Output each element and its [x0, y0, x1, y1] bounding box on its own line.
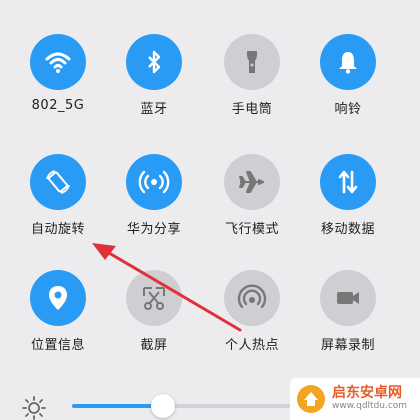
tile-label: 移动数据	[320, 222, 375, 237]
tile-label: 华为分享	[126, 222, 181, 237]
brightness-fill	[72, 404, 164, 408]
tile-bluetooth[interactable]: 蓝牙	[104, 34, 204, 117]
watermark-logo-icon	[297, 385, 325, 413]
brightness-slider[interactable]	[72, 404, 312, 408]
rotate-icon	[46, 170, 70, 194]
tile-label: 屏幕录制	[320, 338, 375, 353]
bluetooth-toggle[interactable]	[126, 34, 182, 90]
sun-icon	[22, 396, 46, 420]
watermark-url: www.qdltdu.com	[332, 400, 408, 411]
huawei-share-toggle[interactable]	[126, 154, 182, 210]
wifi-toggle[interactable]	[30, 34, 86, 90]
tile-screenshot[interactable]: 截屏	[104, 270, 204, 353]
location-toggle[interactable]	[30, 270, 86, 326]
video-camera-icon	[337, 292, 359, 304]
tile-screen-record[interactable]: 屏幕录制	[298, 270, 398, 353]
hotspot-icon	[237, 284, 267, 309]
tile-wifi[interactable]: 802_5G	[8, 34, 108, 113]
watermark-title: 启东安卓网	[332, 385, 402, 402]
tile-label: 自动旋转	[30, 222, 85, 237]
tile-label: 个人热点	[224, 338, 279, 353]
tile-ringer[interactable]: 响铃	[298, 34, 398, 117]
tile-label: 802_5G	[31, 98, 85, 113]
airplane-toggle[interactable]	[224, 154, 280, 210]
tile-label: 手电筒	[231, 102, 273, 117]
tile-label: 飞行模式	[224, 222, 279, 237]
screen-record-toggle[interactable]	[320, 270, 376, 326]
bluetooth-icon	[148, 50, 161, 74]
data-arrows-icon	[338, 170, 358, 194]
watermark: 启东安卓网 www.qdltdu.com	[290, 378, 420, 420]
tile-location[interactable]: 位置信息	[8, 270, 108, 353]
screenshot-toggle[interactable]	[126, 270, 182, 326]
tile-autorotate[interactable]: 自动旋转	[8, 154, 108, 237]
flashlight-icon	[247, 51, 257, 73]
tile-hotspot[interactable]: 个人热点	[202, 270, 302, 353]
tile-airplane[interactable]: 飞行模式	[202, 154, 302, 237]
tile-label: 位置信息	[30, 338, 85, 353]
share-signal-icon	[138, 170, 170, 194]
wifi-icon	[45, 52, 71, 73]
airplane-icon	[239, 171, 264, 193]
tile-label: 响铃	[334, 102, 362, 117]
bell-icon	[339, 52, 357, 74]
flashlight-toggle[interactable]	[224, 34, 280, 90]
brightness-thumb[interactable]	[151, 394, 176, 418]
mobile-data-toggle[interactable]	[320, 154, 376, 210]
tile-flashlight[interactable]: 手电筒	[202, 34, 302, 117]
hotspot-toggle[interactable]	[224, 270, 280, 326]
autorotate-toggle[interactable]	[30, 154, 86, 210]
tile-label: 蓝牙	[140, 102, 168, 117]
scissors-icon	[143, 287, 165, 310]
location-pin-icon	[49, 286, 67, 310]
tile-mobile-data[interactable]: 移动数据	[298, 154, 398, 237]
ringer-toggle[interactable]	[320, 34, 376, 90]
tile-huawei-share[interactable]: 华为分享	[104, 154, 204, 237]
tile-label: 截屏	[140, 338, 168, 353]
